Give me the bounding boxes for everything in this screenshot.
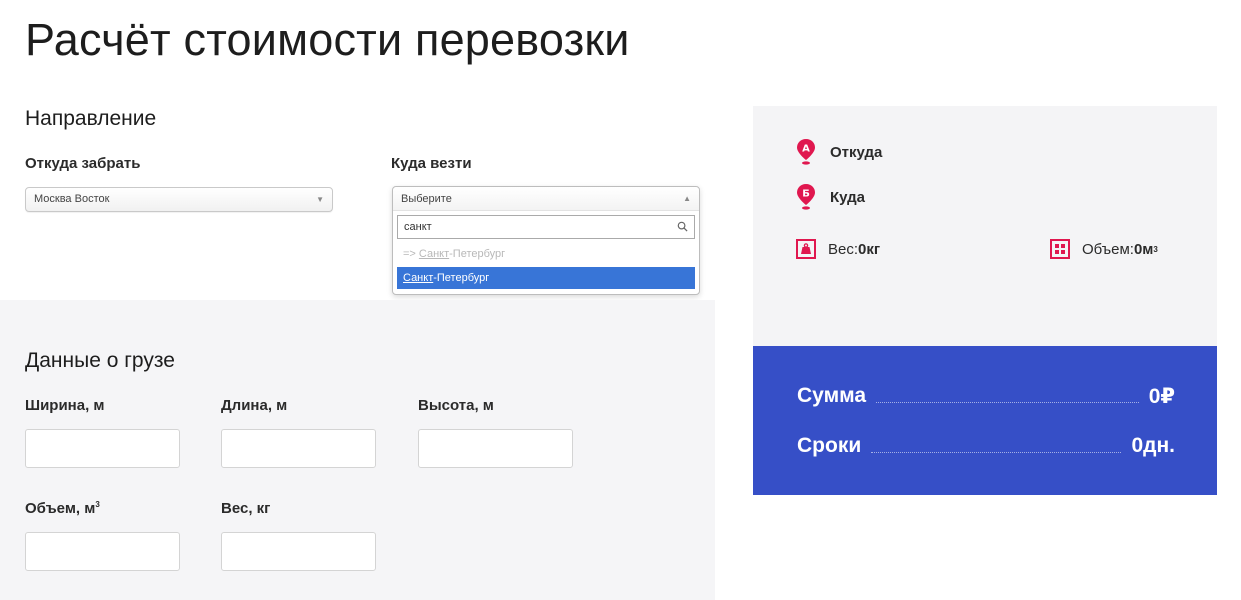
from-select[interactable]: Москва Восток ▼ <box>25 187 333 212</box>
svg-text:А: А <box>802 144 810 155</box>
cargo-section-title: Данные о грузе <box>25 349 175 372</box>
summary-volume: Объем: 0м 3 <box>1050 239 1158 259</box>
height-field[interactable] <box>418 429 573 468</box>
summary-to: Б Куда <box>796 183 865 211</box>
width-label: Ширина, м <box>25 397 105 414</box>
option-rest: -Петербург <box>433 272 490 284</box>
to-select[interactable]: Выберите ▲ <box>393 187 699 211</box>
total-sum-label: Сумма <box>797 384 867 407</box>
to-select-dropdown[interactable]: Выберите ▲ санкт => Санкт-Петербург Санк… <box>392 186 700 295</box>
length-label: Длина, м <box>221 397 288 414</box>
volume-label: Объем, м3 <box>25 500 100 517</box>
option-match: Санкт <box>403 272 434 284</box>
volume-value-sup: 3 <box>1153 244 1158 254</box>
volume-prefix: Объем: <box>1082 240 1134 258</box>
weight-icon <box>796 239 816 259</box>
chevron-up-icon: ▲ <box>683 194 691 203</box>
weight-prefix: Вес: <box>828 240 859 258</box>
volume-value: 0м <box>1133 240 1154 258</box>
volume-field[interactable] <box>25 532 180 571</box>
length-field[interactable] <box>221 429 376 468</box>
dropdown-option-disabled: => Санкт-Петербург <box>397 243 695 265</box>
summary-from-label: Откуда <box>830 143 883 161</box>
summary-weight: Вес: 0кг <box>796 239 880 259</box>
map-pin-b-icon: Б <box>797 184 815 210</box>
from-label: Откуда забрать <box>25 155 141 172</box>
dropdown-option-highlighted[interactable]: Санкт-Петербург <box>397 267 695 289</box>
weight-label: Вес, кг <box>221 500 271 517</box>
summary-to-label: Куда <box>830 188 865 206</box>
option-prefix: => <box>403 248 419 260</box>
page-title: Расчёт стоимости перевозки <box>25 14 630 65</box>
volume-label-text: Объем, м <box>25 500 96 517</box>
total-panel: Сумма 0₽ Сроки 0дн. <box>753 346 1217 495</box>
dotted-leader <box>871 439 1122 453</box>
direction-section-title: Направление <box>25 107 157 130</box>
width-field[interactable] <box>25 429 180 468</box>
total-term-label: Сроки <box>797 434 862 457</box>
height-label: Высота, м <box>418 397 494 414</box>
weight-value: 0кг <box>858 240 881 258</box>
to-search-value: санкт <box>404 221 432 233</box>
to-select-placeholder: Выберите <box>401 193 452 205</box>
to-search-input[interactable]: санкт <box>397 215 695 239</box>
weight-field[interactable] <box>221 532 376 571</box>
option-rest: -Петербург <box>449 248 506 260</box>
total-sum-row: Сумма 0₽ <box>797 382 1175 410</box>
volume-icon <box>1050 239 1070 259</box>
svg-text:Б: Б <box>802 189 810 200</box>
volume-label-sup: 3 <box>95 500 100 509</box>
option-match: Санкт <box>418 248 450 260</box>
dotted-leader <box>876 389 1139 403</box>
total-term-value: 0дн. <box>1131 434 1175 457</box>
search-icon <box>677 221 688 232</box>
map-pin-a-icon: А <box>797 139 815 165</box>
summary-from: А Откуда <box>796 138 882 166</box>
total-term-row: Сроки 0дн. <box>797 432 1175 460</box>
to-label: Куда везти <box>391 155 472 172</box>
total-sum-value: 0₽ <box>1148 384 1175 408</box>
from-select-value: Москва Восток <box>34 193 110 205</box>
chevron-down-icon: ▼ <box>316 195 324 204</box>
